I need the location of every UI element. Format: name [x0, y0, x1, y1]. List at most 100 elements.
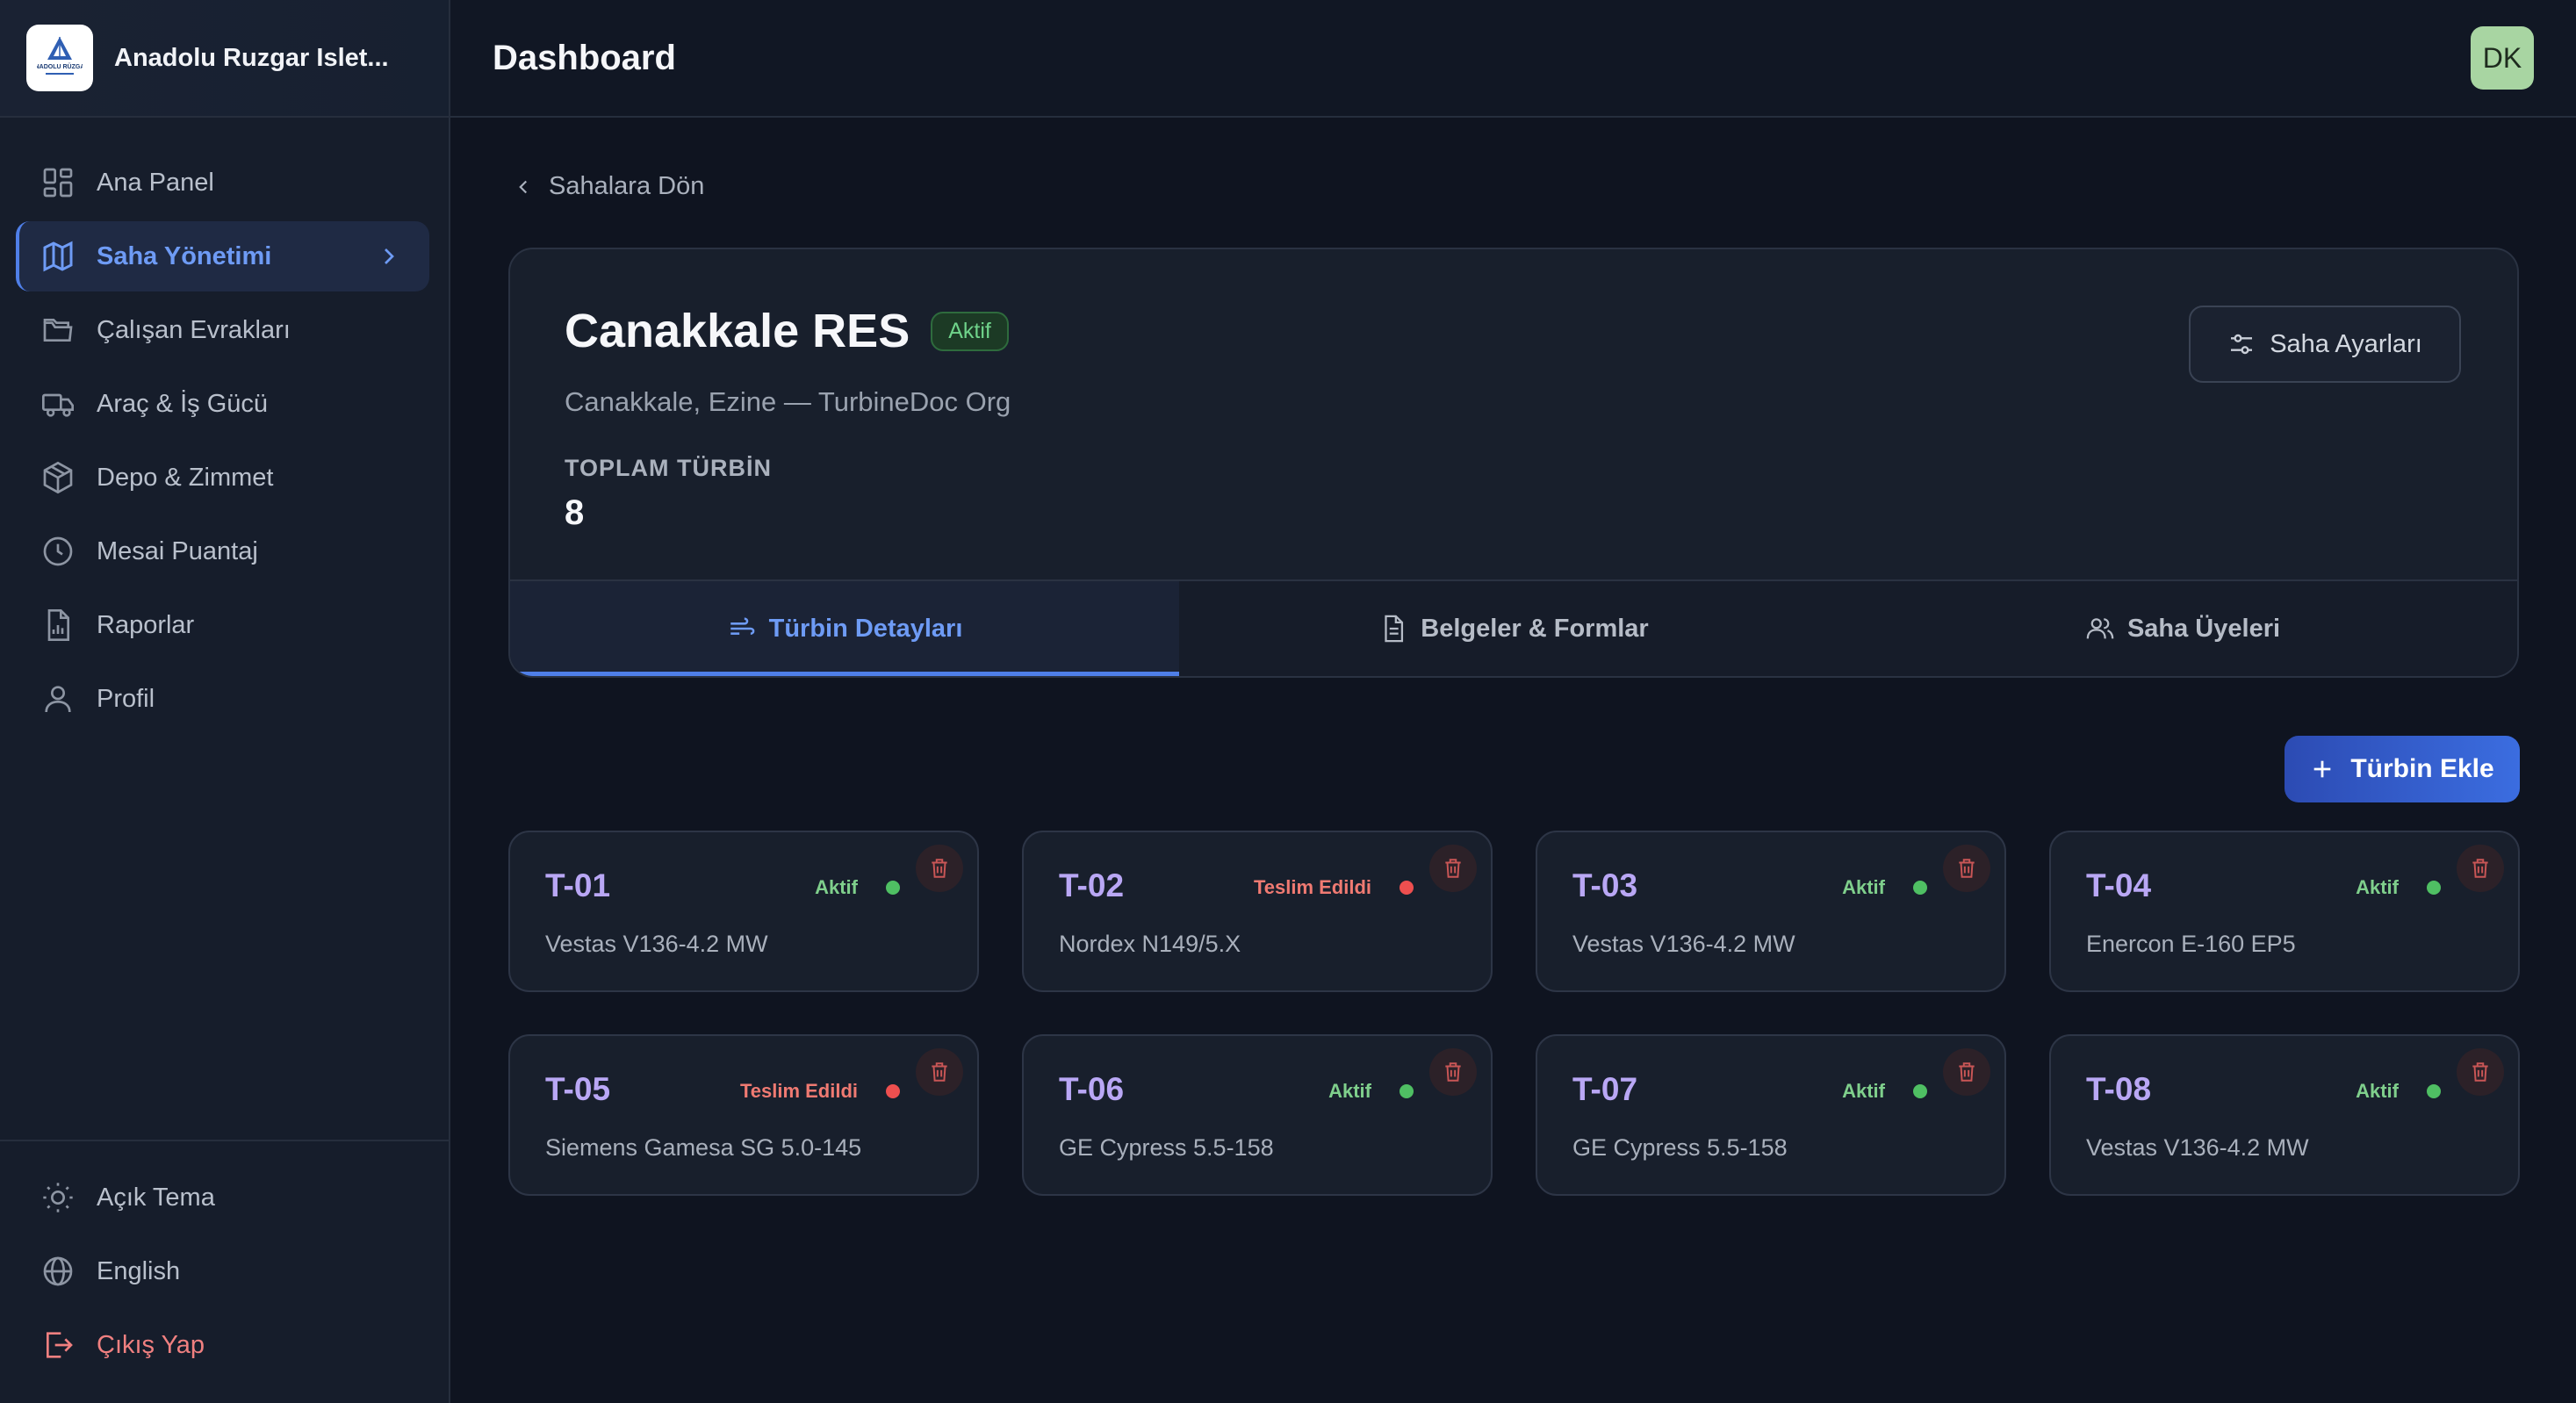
turbine-model: Vestas V136-4.2 MW — [545, 931, 768, 957]
status-dot — [1400, 881, 1414, 895]
status-dot — [1913, 1084, 1927, 1098]
status-dot — [1913, 881, 1927, 895]
wind-icon — [730, 617, 754, 635]
sidebar-item-calisan-evraklari[interactable]: Çalışan Evrakları — [16, 295, 429, 365]
delete-turbine-button[interactable] — [2457, 845, 2504, 892]
sidebar-item-saha-yonetimi[interactable]: Saha Yönetimi — [16, 221, 429, 291]
trash-icon — [932, 859, 947, 878]
turbine-card[interactable]: T-02 Teslim Edildi Nordex N149/5.X — [1022, 831, 1493, 992]
turbine-id: T-01 — [545, 867, 611, 903]
chevron-right-icon — [385, 248, 394, 264]
turbine-model: GE Cypress 5.5-158 — [1059, 1134, 1274, 1161]
sidebar-item-label: Ana Panel — [97, 168, 214, 197]
turbine-id: T-06 — [1059, 1071, 1125, 1107]
tab-documents[interactable]: Belgeler & Formlar — [1179, 581, 1848, 676]
turbine-status: Aktif — [1842, 876, 1885, 898]
sidebar-item-depo-zimmet[interactable]: Depo & Zimmet — [16, 442, 429, 513]
top-header: Dashboard DK — [450, 0, 2576, 118]
total-turbines-label: TOPLAM TÜRBİN — [565, 455, 772, 481]
grid-icon — [43, 168, 73, 198]
sidebar-item-mesai-puantaj[interactable]: Mesai Puantaj — [16, 516, 429, 586]
globe-icon — [43, 1256, 73, 1286]
trash-icon — [1445, 1062, 1461, 1082]
site-tabs: Türbin Detayları Belgeler & Formlar Saha… — [510, 579, 2517, 676]
delete-turbine-button[interactable] — [2457, 1048, 2504, 1096]
sidebar-item-label: Profil — [97, 684, 155, 713]
add-turbine-label: Türbin Ekle — [2350, 754, 2494, 783]
theme-toggle[interactable]: Açık Tema — [16, 1162, 429, 1233]
tab-label: Türbin Detayları — [768, 614, 963, 643]
turbine-status: Aktif — [1842, 1080, 1885, 1102]
turbine-card[interactable]: T-06 Aktif GE Cypress 5.5-158 — [1022, 1034, 1493, 1196]
logo-mark-icon: ANADOLU RÜZGAR — [37, 37, 83, 75]
language-toggle-label: English — [97, 1256, 181, 1285]
turbine-card[interactable]: T-01 Aktif Vestas V136-4.2 MW — [508, 831, 979, 992]
main-content: Sahalara Dön Canakkale RES Aktif Canakka… — [450, 118, 2576, 1403]
sidebar-item-arac-is-gucu[interactable]: Araç & İş Gücü — [16, 369, 429, 439]
trash-icon — [1959, 1062, 1975, 1082]
turbine-card[interactable]: T-05 Teslim Edildi Siemens Gamesa SG 5.0-1… — [508, 1034, 979, 1196]
trash-icon — [1445, 859, 1461, 878]
tab-label: Belgeler & Formlar — [1421, 614, 1649, 643]
language-toggle[interactable]: English — [16, 1236, 429, 1306]
delete-turbine-button[interactable] — [916, 845, 963, 892]
sun-icon — [43, 1183, 73, 1212]
sidebar-item-label: Saha Yönetimi — [97, 241, 272, 270]
logout-button[interactable]: Çıkış Yap — [16, 1310, 429, 1380]
turbine-model: Vestas V136-4.2 MW — [1572, 931, 1795, 957]
site-location: Canakkale, Ezine — TurbineDoc Org — [565, 386, 1011, 417]
sidebar-item-label: Çalışan Evrakları — [97, 315, 291, 344]
tab-turbine-details[interactable]: Türbin Detayları — [510, 581, 1179, 676]
turbine-model: Siemens Gamesa SG 5.0-145 — [545, 1134, 862, 1161]
report-icon — [47, 609, 69, 641]
logout-icon — [47, 1332, 73, 1358]
brand-header[interactable]: ANADOLU RÜZGAR Anadolu Ruzgar Islet... — [0, 0, 449, 118]
turbine-model: Enercon E-160 EP5 — [2086, 931, 2296, 957]
sliders-icon — [2231, 334, 2253, 355]
delete-turbine-button[interactable] — [1429, 845, 1477, 892]
turbine-status: Aktif — [815, 876, 858, 898]
sidebar-item-raporlar[interactable]: Raporlar — [16, 590, 429, 660]
turbine-card[interactable]: T-03 Aktif Vestas V136-4.2 MW — [1536, 831, 2006, 992]
delete-turbine-button[interactable] — [1943, 845, 1990, 892]
delete-turbine-button[interactable] — [1429, 1048, 1477, 1096]
sidebar-item-label: Mesai Puantaj — [97, 536, 258, 565]
status-dot — [2427, 881, 2441, 895]
status-dot — [886, 1084, 900, 1098]
add-turbine-button[interactable]: Türbin Ekle — [2285, 736, 2520, 802]
turbine-card[interactable]: T-07 Aktif GE Cypress 5.5-158 — [1536, 1034, 2006, 1196]
status-dot — [2427, 1084, 2441, 1098]
user-icon — [45, 686, 71, 713]
sidebar-item-profil[interactable]: Profil — [16, 664, 429, 734]
trash-icon — [2472, 859, 2488, 878]
tab-label: Saha Üyeleri — [2126, 614, 2281, 643]
site-settings-label: Saha Ayarları — [2270, 329, 2422, 358]
site-title: Canakkale RES — [565, 305, 910, 357]
back-to-sites-link[interactable]: Sahalara Dön — [512, 172, 704, 201]
status-badge: Aktif — [931, 311, 1009, 351]
trash-icon — [2472, 1062, 2488, 1082]
turbine-model: Vestas V136-4.2 MW — [2086, 1134, 2309, 1161]
sidebar-nav: Ana Panel Saha Yönetimi Çalışan Evraklar… — [0, 118, 449, 734]
site-title-row: Canakkale RES Aktif — [565, 304, 1009, 358]
delete-turbine-button[interactable] — [1943, 1048, 1990, 1096]
turbine-card[interactable]: T-04 Aktif Enercon E-160 EP5 — [2049, 831, 2520, 992]
delete-turbine-button[interactable] — [916, 1048, 963, 1096]
turbine-id: T-02 — [1059, 867, 1125, 903]
turbine-status: Aktif — [2356, 876, 2399, 898]
avatar[interactable]: DK — [2471, 26, 2534, 90]
turbine-status: Aktif — [2356, 1080, 2399, 1102]
turbine-id: T-04 — [2086, 867, 2152, 903]
clock-icon — [43, 536, 73, 566]
turbine-card[interactable]: T-08 Aktif Vestas V136-4.2 MW — [2049, 1034, 2520, 1196]
page-title: Dashboard — [493, 38, 676, 77]
site-settings-button[interactable]: Saha Ayarları — [2189, 306, 2461, 383]
tab-site-members[interactable]: Saha Üyeleri — [1848, 581, 2517, 676]
logout-label: Çıkış Yap — [97, 1330, 205, 1359]
sidebar-footer: Açık Tema English Çıkış Yap — [0, 1140, 449, 1403]
turbine-model: Nordex N149/5.X — [1059, 931, 1241, 957]
theme-toggle-label: Açık Tema — [97, 1183, 215, 1212]
back-link-label: Sahalara Dön — [549, 172, 705, 200]
sidebar-item-ana-panel[interactable]: Ana Panel — [16, 147, 429, 218]
total-turbines-value: 8 — [565, 493, 585, 532]
